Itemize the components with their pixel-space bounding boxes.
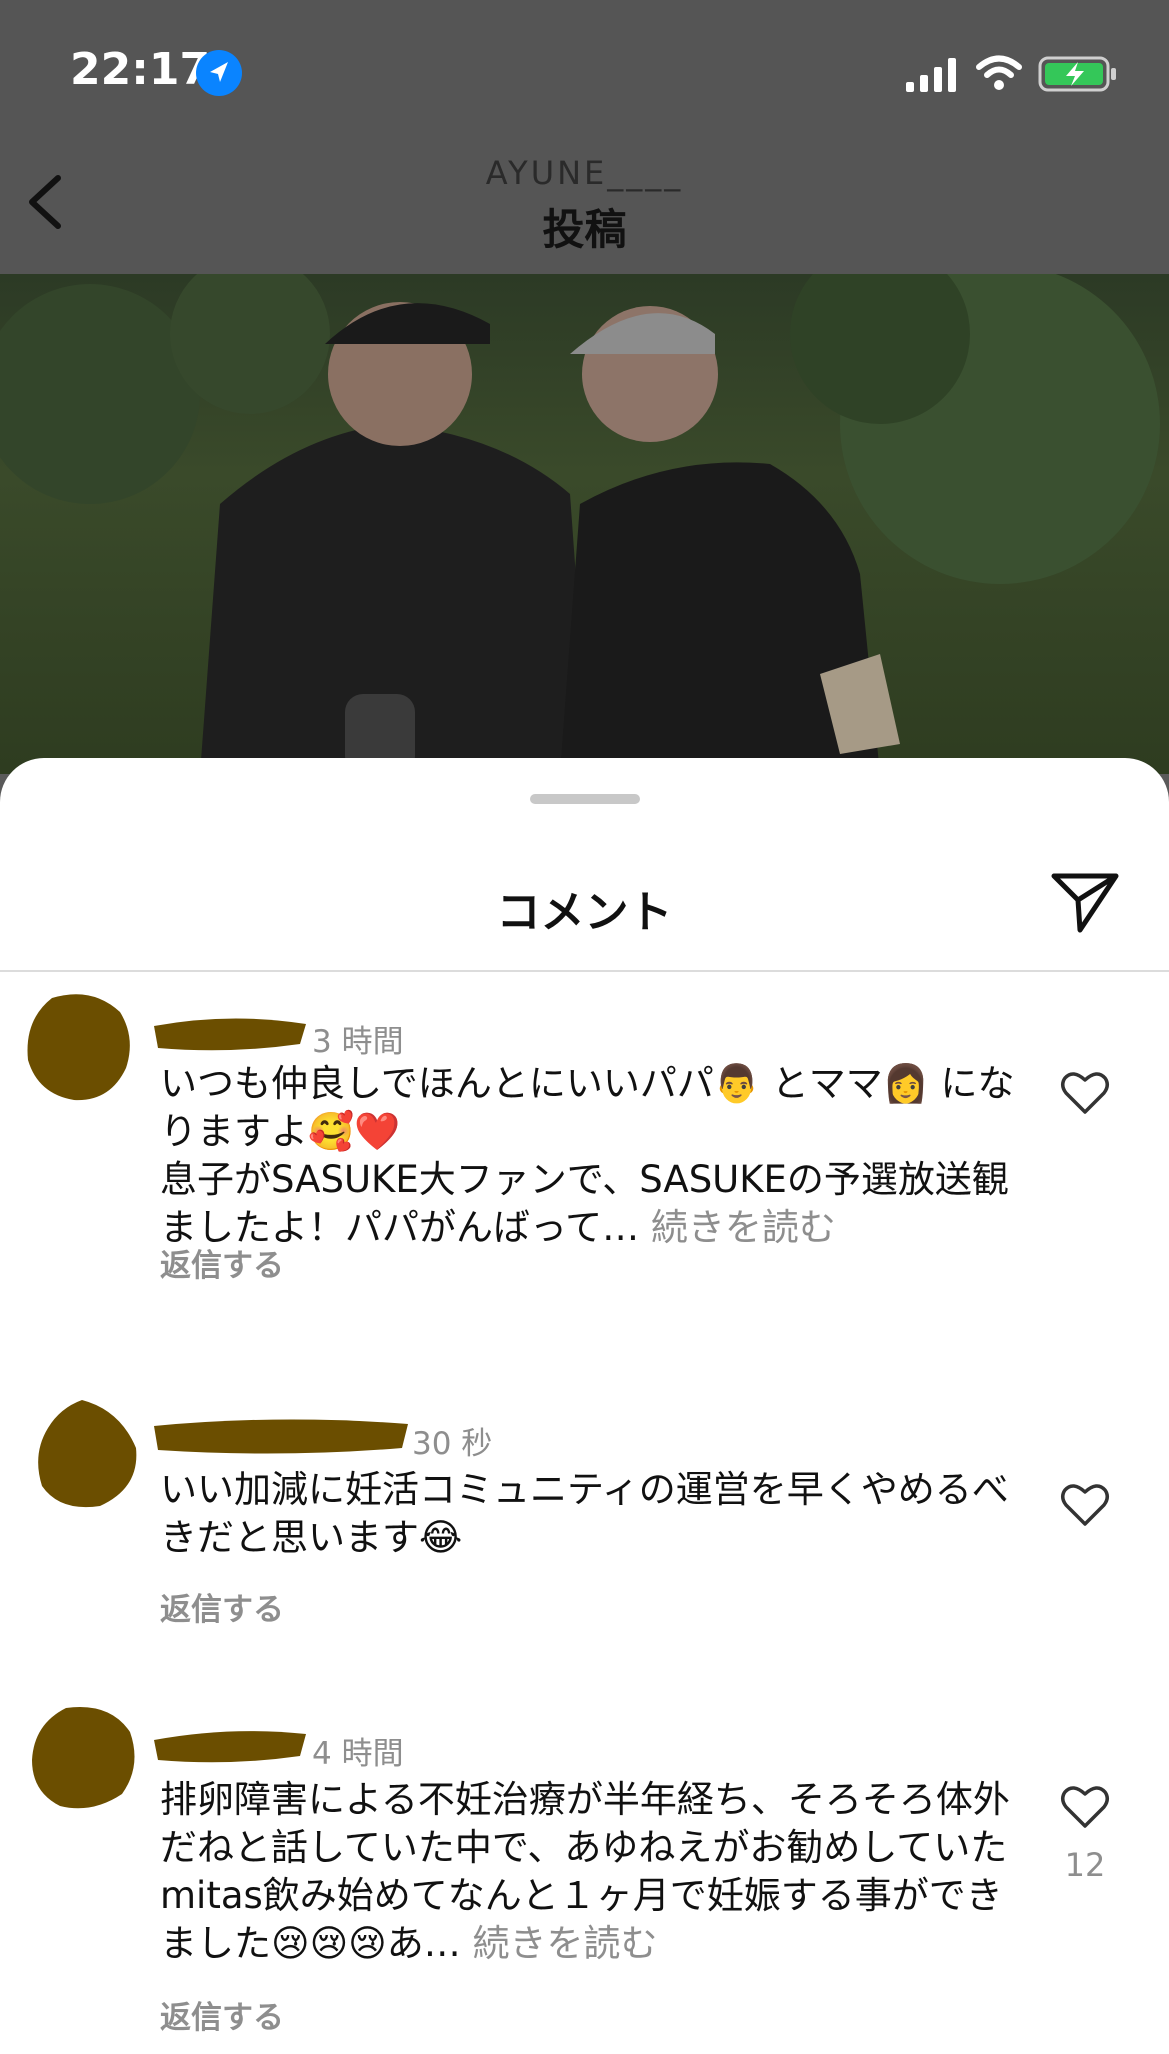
heart-icon[interactable] bbox=[1060, 1784, 1110, 1830]
read-more-link[interactable]: 続きを読む bbox=[472, 1922, 657, 1965]
comment-time: 3 時間 bbox=[312, 1024, 404, 1060]
comment-time: 4 時間 bbox=[312, 1736, 404, 1772]
sheet-title: コメント bbox=[496, 887, 673, 938]
heart-icon[interactable] bbox=[1060, 1482, 1110, 1528]
wifi-icon bbox=[976, 55, 1022, 90]
read-more-link[interactable]: 続きを読む bbox=[651, 1206, 836, 1249]
username-redacted[interactable] bbox=[150, 1726, 310, 1766]
comment-text: いつも仲良しでほんとにいいパパ👨 とママ👩 になりますよ🥰❤️ 息子がSASUK… bbox=[160, 1060, 1020, 1252]
comment-text: いい加減に妊活コミュニティの運営を早くやめるべきだと思います😂 bbox=[160, 1468, 1009, 1559]
comment-text-line: いつも仲良しでほんとにいいパパ👨 とママ👩 になりますよ🥰❤️ bbox=[160, 1062, 1015, 1153]
status-time: 22:17 bbox=[70, 44, 211, 95]
battery-charging-icon bbox=[1038, 56, 1116, 92]
avatar[interactable] bbox=[30, 1396, 142, 1512]
post-header: AYUNE____ 投稿 bbox=[0, 140, 1169, 274]
reply-button[interactable]: 返信する bbox=[160, 1584, 284, 1629]
comments-sheet: コメント 3 時間 いつも仲良しでほんとにいいパパ👨 とママ👩 になりますよ🥰❤… bbox=[0, 758, 1169, 2054]
heart-icon[interactable] bbox=[1060, 1070, 1110, 1116]
like-count: 12 bbox=[1064, 1846, 1106, 1884]
username-redacted[interactable] bbox=[150, 1014, 310, 1054]
comment-time: 30 秒 bbox=[412, 1426, 493, 1462]
comment-text-line: 息子がSASUKE大ファンで、SASUKEの予選放送観ましたよ！パパがんばって… bbox=[160, 1158, 1009, 1249]
comment-item: 4 時間 排卵障害による不妊治療が半年経ち、そろそろ体外だねと話していた中で、あ… bbox=[0, 1702, 1169, 2054]
post-photo bbox=[0, 274, 1169, 774]
divider bbox=[0, 970, 1169, 972]
location-arrow-icon bbox=[196, 50, 242, 96]
page-title: 投稿 bbox=[542, 205, 627, 254]
account-name[interactable]: AYUNE____ bbox=[0, 154, 1169, 192]
reply-button[interactable]: 返信する bbox=[160, 1992, 284, 2037]
avatar[interactable] bbox=[26, 1702, 142, 1814]
cellular-signal-icon bbox=[906, 58, 956, 92]
avatar[interactable] bbox=[22, 990, 138, 1106]
comment-text: 排卵障害による不妊治療が半年経ち、そろそろ体外だねと話していた中で、あゆねえがお… bbox=[160, 1776, 1020, 1968]
username-redacted[interactable] bbox=[150, 1416, 412, 1456]
reply-button[interactable]: 返信する bbox=[160, 1240, 284, 1285]
comment-item: 30 秒 いい加減に妊活コミュニティの運営を早くやめるべきだと思います😂 返信す… bbox=[0, 1396, 1169, 1636]
sheet-grab-handle[interactable] bbox=[530, 794, 640, 804]
paper-plane-icon[interactable] bbox=[1050, 870, 1120, 934]
status-bar: 22:17 bbox=[0, 0, 1169, 140]
comment-item: 3 時間 いつも仲良しでほんとにいいパパ👨 とママ👩 になりますよ🥰❤️ 息子が… bbox=[0, 990, 1169, 1290]
